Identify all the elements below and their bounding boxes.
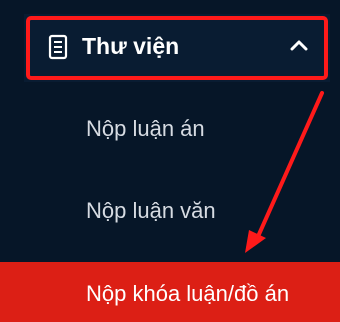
submenu-item-thesis-submission[interactable]: Nộp luận án (0, 104, 340, 154)
chevron-up-icon[interactable] (290, 38, 308, 52)
submenu-item-label: Nộp khóa luận/đồ án (86, 281, 290, 306)
submenu-item-label: Nộp luận văn (86, 198, 216, 223)
library-menu-title: Thư viện (82, 33, 180, 59)
submenu-item-project-submission[interactable]: Nộp khóa luận/đồ án (0, 262, 340, 322)
book-icon (48, 34, 68, 60)
submenu-item-dissertation-submission[interactable]: Nộp luận văn (0, 186, 340, 236)
submenu-item-label: Nộp luận án (86, 116, 205, 141)
sidebar-menu: Thư viện Nộp luận án Nộp luận văn Nộp kh… (0, 0, 340, 322)
